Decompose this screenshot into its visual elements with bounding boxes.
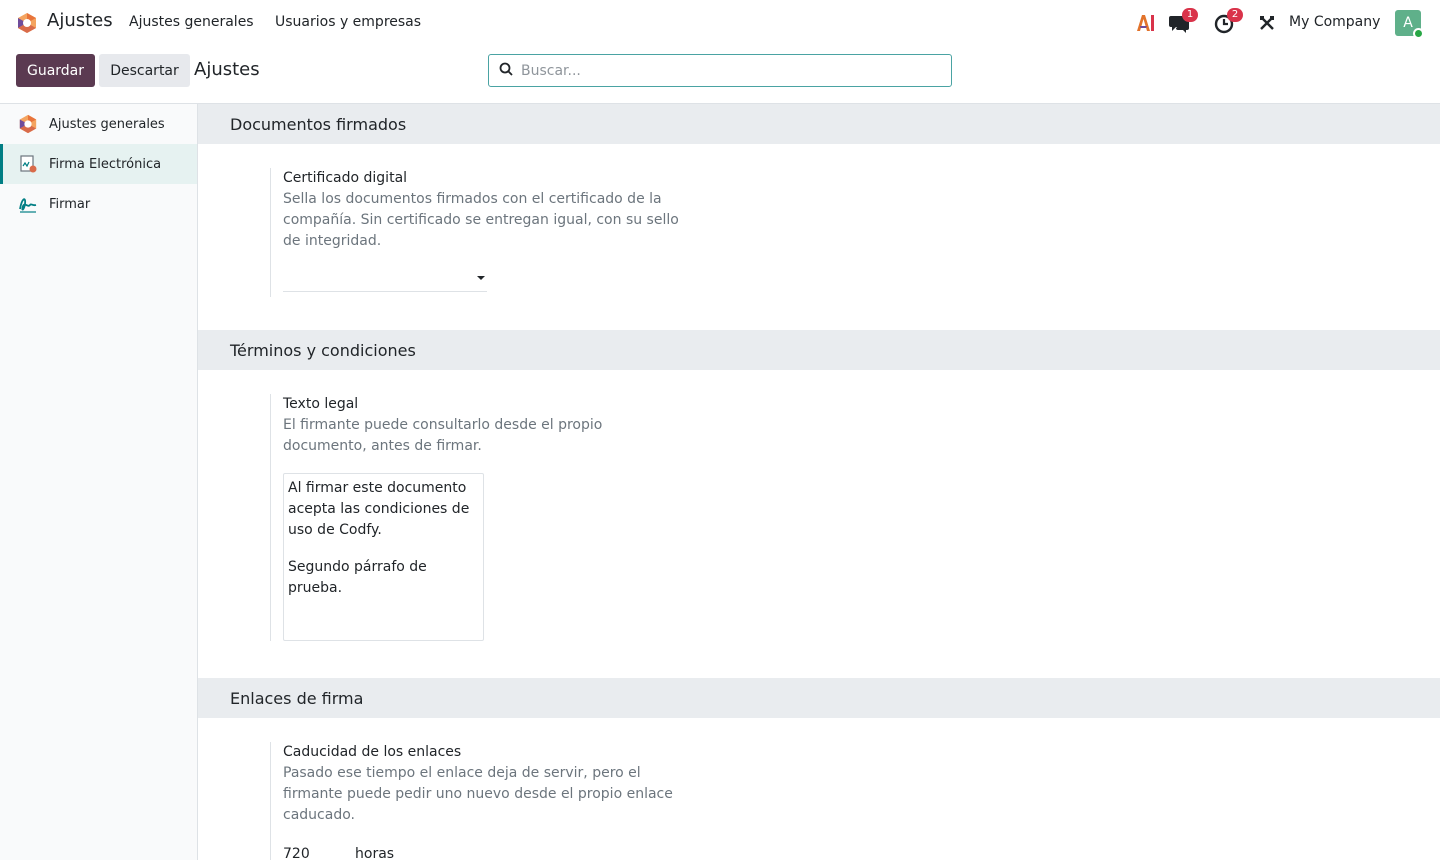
section-title-terminos: Términos y condiciones <box>198 330 1440 370</box>
sidebar-item-label: Firmar <box>49 196 91 212</box>
setting-help: Pasado ese tiempo el enlace deja de serv… <box>283 765 673 823</box>
sidebar-item-label: Firma Electrónica <box>49 156 162 172</box>
caret-down-icon <box>477 276 485 280</box>
setting-label: Texto legal <box>283 396 359 412</box>
discard-button[interactable]: Descartar <box>99 54 190 87</box>
sidebar-item-label: Ajustes generales <box>49 116 165 132</box>
setting-label: Certificado digital <box>283 170 408 186</box>
online-status-icon <box>1413 28 1424 39</box>
setting-label: Caducidad de los enlaces <box>283 744 462 760</box>
app-name[interactable]: Ajustes <box>47 10 113 31</box>
activities-badge: 2 <box>1227 8 1243 22</box>
activities-clock-icon[interactable]: 2 <box>1213 8 1249 36</box>
settings-content: Documentos firmados Certificado digital … <box>198 103 1440 860</box>
debug-tools-icon[interactable] <box>1256 10 1278 36</box>
menu-usuarios-empresas[interactable]: Usuarios y empresas <box>275 14 421 30</box>
setting-help: El firmante puede consultarlo desde el p… <box>283 417 603 454</box>
electronic-signature-icon <box>18 154 38 174</box>
search-bar[interactable] <box>488 54 952 87</box>
page-title: Ajustes <box>194 59 260 80</box>
sidebar-item-firmar[interactable]: Firmar <box>0 184 197 224</box>
section-title-enlaces: Enlaces de firma <box>198 678 1440 718</box>
avatar-letter: A <box>1403 15 1413 31</box>
legal-text-paragraph: Al firmar este documento acepta las cond… <box>288 480 470 538</box>
link-expiry-input[interactable]: 720 <box>283 846 310 860</box>
odoo-app-logo-icon[interactable] <box>16 12 38 34</box>
top-navbar: Ajustes Ajustes generales Usuarios y emp… <box>0 0 1440 46</box>
sidebar-item-firma-electronica[interactable]: Firma Electrónica <box>0 144 197 184</box>
search-icon <box>499 62 513 80</box>
section-title-documentos: Documentos firmados <box>198 104 1440 144</box>
messages-badge: 1 <box>1182 8 1198 22</box>
messages-icon[interactable]: 1 <box>1168 8 1204 36</box>
setting-certificado-digital: Certificado digital Sella los documentos… <box>270 168 693 297</box>
sidebar-item-ajustes-generales[interactable]: Ajustes generales <box>0 104 197 144</box>
setting-caducidad-enlaces: Caducidad de los enlaces Pasado ese tiem… <box>270 742 693 860</box>
legal-text-paragraph: Segundo párrafo de prueba. <box>288 559 427 596</box>
certificate-select[interactable] <box>283 268 487 292</box>
save-button[interactable]: Guardar <box>16 54 95 87</box>
sign-icon <box>18 194 38 214</box>
company-switcher[interactable]: My Company <box>1289 14 1380 30</box>
setting-texto-legal: Texto legal El firmante puede consultarl… <box>270 394 623 641</box>
odoo-settings-icon <box>18 114 38 134</box>
settings-sidebar: Ajustes generales Firma Electrónica Firm… <box>0 103 198 860</box>
setting-help: Sella los documentos firmados con el cer… <box>283 191 679 249</box>
user-avatar[interactable]: A <box>1395 10 1424 39</box>
link-expiry-unit: horas <box>355 846 395 860</box>
ai-icon[interactable] <box>1134 10 1158 36</box>
menu-ajustes-generales[interactable]: Ajustes generales <box>129 14 254 30</box>
legal-text-editor[interactable]: Al firmar este documento acepta las cond… <box>283 473 484 641</box>
search-input[interactable] <box>521 62 941 79</box>
